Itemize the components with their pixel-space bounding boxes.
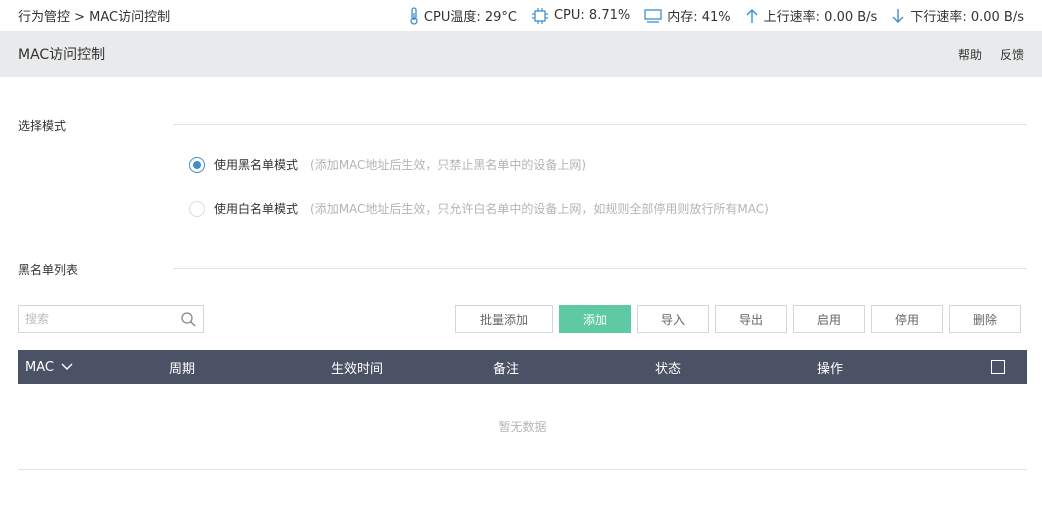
upload-rate-stat: 上行速率: 0.00 B/s (745, 6, 878, 25)
list-toolbar: 批量添加 添加 导入 导出 启用 停用 删除 (455, 305, 1021, 333)
search-input[interactable] (19, 306, 169, 332)
page-title: MAC访问控制 (18, 47, 106, 63)
cpu-usage-stat: CPU: 8.71% (531, 7, 631, 24)
column-mac[interactable]: MAC (25, 350, 73, 384)
help-link[interactable]: 帮助 (958, 46, 982, 63)
add-button[interactable]: 添加 (559, 305, 631, 333)
thermometer-icon (410, 6, 418, 25)
system-stats: CPU温度: 29°C CPU: 8.71% 内存: 41% 上行速率: 0.0… (395, 6, 1024, 25)
export-button[interactable]: 导出 (715, 305, 787, 333)
delete-button[interactable]: 删除 (949, 305, 1021, 333)
cpu-chip-icon (531, 7, 548, 24)
batch-add-button[interactable]: 批量添加 (455, 305, 553, 333)
blacklist-mode-hint: (添加MAC地址后生效，只禁止黑名单中的设备上网) (310, 158, 587, 172)
cpu-temperature-value: CPU温度: 29°C (423, 10, 517, 25)
search-icon[interactable] (181, 312, 196, 327)
search-box (18, 305, 204, 333)
mode-section-label: 选择模式 (18, 119, 67, 133)
memory-monitor-icon (644, 8, 662, 23)
blacklist-mode-radio[interactable] (189, 156, 205, 173)
arrow-down-icon (892, 8, 904, 23)
column-mac-label: MAC (25, 359, 54, 375)
mode-section-divider (173, 124, 1027, 125)
blacklist-mode-option[interactable]: 使用黑名单模式 (添加MAC地址后生效，只禁止黑名单中的设备上网) (189, 156, 586, 173)
download-rate-stat: 下行速率: 0.00 B/s (891, 6, 1024, 25)
column-effective-time: 生效时间 (331, 361, 384, 377)
cpu-temperature-stat: CPU温度: 29°C (409, 6, 517, 25)
page-header: MAC访问控制 帮助 反馈 (0, 31, 1042, 77)
enable-button[interactable]: 启用 (793, 305, 865, 333)
column-action: 操作 (817, 361, 844, 377)
upload-rate-value: 上行速率: 0.00 B/s (763, 10, 878, 25)
whitelist-mode-option[interactable]: 使用白名单模式 (添加MAC地址后生效，只允许白名单中的设备上网，如规则全部停用… (189, 200, 769, 217)
whitelist-mode-hint: (添加MAC地址后生效，只允许白名单中的设备上网，如规则全部停用则放行所有MAC… (310, 202, 769, 216)
table-header: MAC 周期 生效时间 备注 状态 操作 (18, 350, 1027, 384)
column-status: 状态 (655, 361, 682, 377)
feedback-link[interactable]: 反馈 (1000, 46, 1024, 63)
blacklist-mode-label: 使用黑名单模式 (214, 158, 299, 172)
top-status-bar: 行为管控 > MAC访问控制 CPU温度: 29°C CPU: 8.71% 内存… (0, 0, 1042, 31)
import-button[interactable]: 导入 (637, 305, 709, 333)
memory-usage-value: 内存: 41% (667, 10, 731, 25)
chevron-down-icon[interactable] (61, 363, 73, 371)
list-section-label: 黑名单列表 (18, 263, 79, 277)
list-section-divider (173, 268, 1027, 269)
whitelist-mode-label: 使用白名单模式 (214, 202, 299, 216)
disable-button[interactable]: 停用 (871, 305, 943, 333)
cpu-usage-value: CPU: 8.71% (553, 8, 631, 23)
arrow-up-icon (746, 8, 758, 23)
empty-table-message: 暂无数据 (18, 384, 1027, 470)
download-rate-value: 下行速率: 0.00 B/s (910, 10, 1024, 25)
memory-usage-stat: 内存: 41% (644, 6, 731, 25)
whitelist-mode-radio[interactable] (189, 200, 205, 217)
header-actions: 帮助 反馈 (958, 46, 1024, 63)
select-all-checkbox[interactable] (991, 360, 1005, 374)
breadcrumb: 行为管控 > MAC访问控制 (18, 10, 171, 25)
column-period: 周期 (169, 361, 196, 377)
column-remark: 备注 (493, 361, 520, 377)
